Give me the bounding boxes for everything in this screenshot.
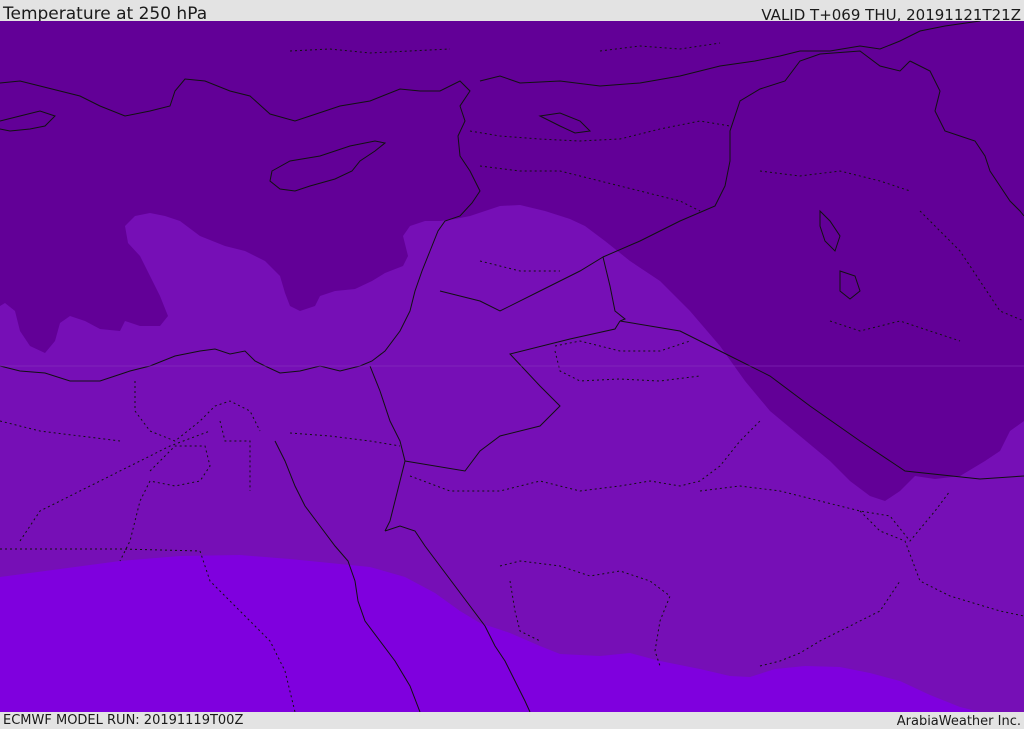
header-bar: Temperature at 250 hPa VALID T+069 THU, … <box>0 0 1024 24</box>
model-run-label: ECMWF MODEL RUN: 20191119T00Z <box>3 713 244 728</box>
credit-label: ArabiaWeather Inc. <box>896 714 1021 729</box>
temperature-map <box>0 21 1024 712</box>
footer-bar: ECMWF MODEL RUN: 20191119T00Z ArabiaWeat… <box>0 712 1024 729</box>
weather-map-page: Temperature at 250 hPa VALID T+069 THU, … <box>0 0 1024 729</box>
map-canvas <box>0 21 1024 712</box>
